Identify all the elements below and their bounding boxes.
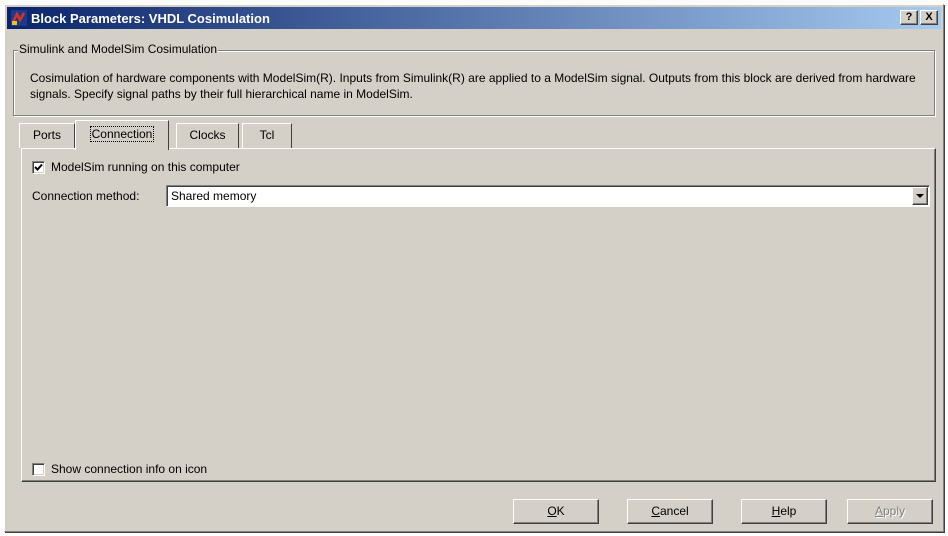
tab-clocks[interactable]: Clocks — [176, 123, 239, 148]
caption-buttons: ? X — [900, 10, 938, 25]
ok-label-rest: K — [556, 504, 565, 518]
tab-ports[interactable]: Ports — [19, 123, 75, 148]
show-info-checkbox[interactable] — [32, 462, 45, 476]
ok-button[interactable]: OK — [513, 499, 599, 524]
window-title: Block Parameters: VHDL Cosimulation — [31, 10, 270, 26]
modelsim-local-checkbox[interactable] — [32, 160, 45, 174]
tab-connection[interactable]: Connection — [75, 120, 169, 150]
dialog-window: Block Parameters: VHDL Cosimulation ? X … — [4, 4, 944, 532]
simulink-block-icon — [11, 10, 27, 26]
title-bar[interactable]: Block Parameters: VHDL Cosimulation ? X — [7, 7, 941, 29]
cosimulation-group: Simulink and ModelSim Cosimulation Cosim… — [13, 42, 935, 116]
connection-method-value: Shared memory — [171, 189, 257, 203]
tab-clocks-label: Clocks — [189, 128, 226, 142]
tab-tcl-label: Tcl — [259, 128, 275, 142]
chevron-down-icon[interactable] — [912, 187, 928, 205]
connection-method-label: Connection method: — [32, 189, 140, 203]
tab-connection-label: Connection — [89, 126, 155, 142]
group-legend: Simulink and ModelSim Cosimulation — [18, 42, 219, 56]
group-description: Cosimulation of hardware components with… — [30, 71, 916, 101]
modelsim-local-label: ModelSim running on this computer — [51, 160, 240, 174]
modelsim-local-row[interactable]: ModelSim running on this computer — [32, 160, 240, 174]
apply-accel: A — [874, 504, 883, 518]
help-label-rest: elp — [780, 504, 797, 518]
cancel-accel: C — [651, 504, 660, 518]
tab-ports-label: Ports — [32, 128, 61, 142]
cancel-button[interactable]: Cancel — [627, 499, 713, 524]
connection-method-select[interactable]: Shared memory — [166, 185, 930, 207]
ok-accel: O — [547, 504, 557, 518]
connection-panel: ModelSim running on this computer Connec… — [21, 148, 936, 482]
tab-tcl[interactable]: Tcl — [242, 123, 292, 148]
cancel-label-rest: ancel — [659, 504, 689, 518]
checkmark-icon — [34, 163, 43, 171]
help-caption-button[interactable]: ? — [900, 10, 918, 25]
close-caption-button[interactable]: X — [920, 10, 938, 25]
help-button[interactable]: Help — [741, 499, 827, 524]
show-info-row[interactable]: Show connection info on icon — [32, 462, 207, 476]
show-info-label: Show connection info on icon — [51, 462, 208, 476]
apply-label-rest: pply — [883, 504, 906, 518]
apply-button[interactable]: Apply — [847, 499, 933, 524]
